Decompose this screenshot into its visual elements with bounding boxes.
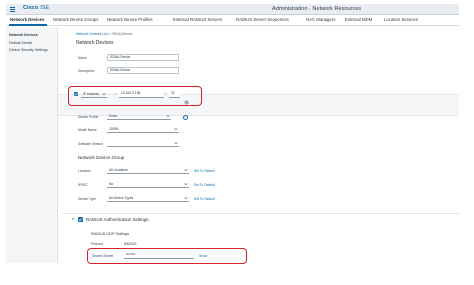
description-label: Description [78, 69, 95, 73]
description-input[interactable]: SDNA-Device [107, 67, 179, 74]
show-secret-button[interactable]: Show [199, 254, 207, 258]
ndg-section-title: Network Device Group [78, 155, 125, 160]
tab-network-device-groups[interactable]: Network Device Groups [53, 17, 98, 22]
radius-checkbox[interactable] [78, 217, 83, 222]
shared-secret-label: Shared Secret [92, 254, 114, 258]
info-icon[interactable] [183, 115, 188, 120]
main-content: Network Devices List > SDNA-Device Netwo… [58, 27, 459, 264]
software-version-label: Software Version [78, 142, 103, 146]
chevron-down-icon [184, 182, 188, 186]
collapse-toggle-icon[interactable]: ▾ [72, 217, 74, 221]
product-name: ISE [40, 5, 50, 11]
tab-external-radius-servers[interactable]: External RADIUS Servers [173, 17, 222, 22]
device-type-set-default-link[interactable]: Set To Default [194, 197, 215, 201]
active-tab-indicator [9, 24, 47, 26]
ipsec-value: No [109, 182, 114, 186]
device-profile-select[interactable]: Cisco [107, 113, 171, 120]
ip-type-value: IP Address [83, 92, 99, 96]
tab-network-devices[interactable]: Network Devices [10, 17, 44, 22]
ip-mask-input[interactable]: 32 [169, 91, 180, 98]
protocol-value: RADIUS [124, 242, 137, 246]
model-name-label: Model Name [78, 128, 97, 132]
chevron-down-icon [174, 127, 178, 131]
nav-tabs: Network Devices Network Device Groups Ne… [6, 15, 459, 26]
hamburger-menu-icon[interactable] [10, 7, 15, 12]
tab-radius-server-sequences[interactable]: RADIUS Server Sequences [236, 17, 289, 22]
chevron-down-icon [166, 114, 170, 118]
tab-external-mdm[interactable]: External MDM [345, 17, 372, 22]
page-title: Administration · Network Resources [272, 5, 362, 12]
radius-section-title: RADIUS Authentication Settings [86, 217, 149, 222]
device-type-label: Device Type [78, 197, 97, 201]
device-type-select[interactable]: All Device Types [107, 195, 189, 202]
sidebar-item-network-devices[interactable]: Network Devices [9, 33, 38, 37]
brand-logo[interactable]: Cisco ISE [23, 5, 49, 11]
brand-name: Cisco [23, 5, 39, 11]
breadcrumb-separator: > [108, 32, 111, 36]
protocol-label: Protocol [91, 242, 104, 246]
location-set-default-link[interactable]: Set To Default [194, 169, 215, 173]
ipsec-set-default-link[interactable]: Set To Default [194, 183, 215, 187]
device-profile-label: Device Profile [78, 115, 99, 119]
ip-slash: / [165, 92, 166, 96]
device-type-value: All Device Types [109, 196, 134, 200]
name-input[interactable]: SDNA-Device [107, 54, 179, 61]
name-label: Name [78, 56, 87, 60]
model-name-select[interactable]: CBRN [107, 126, 179, 133]
sidebar: Network Devices Default Device Device Se… [6, 27, 58, 263]
gear-icon[interactable] [184, 92, 189, 105]
location-value: All Locations [109, 168, 128, 172]
ip-row-checkbox[interactable] [74, 92, 78, 96]
chevron-down-icon [184, 168, 188, 172]
chevron-down-icon [102, 92, 106, 96]
ip-type-select[interactable]: IP Address [81, 91, 107, 98]
location-select[interactable]: All Locations [107, 167, 189, 174]
chevron-down-icon [184, 196, 188, 200]
sidebar-item-device-security-settings[interactable]: Device Security Settings [9, 48, 48, 52]
shared-secret-input[interactable]: •••••••• [124, 252, 194, 259]
tab-nac-managers[interactable]: NAC Managers [306, 17, 335, 22]
breadcrumb: Network Devices List > SDNA-Device [76, 32, 132, 36]
breadcrumb-current: SDNA-Device [111, 32, 133, 36]
model-name-value: CBRN [109, 127, 119, 131]
ip-required-marker: * [115, 92, 117, 96]
app-header: Cisco ISE Administration · Network Resour… [6, 4, 459, 15]
sidebar-item-default-device[interactable]: Default Device [9, 41, 32, 45]
software-version-select[interactable] [107, 140, 179, 147]
tab-location-services[interactable]: Location Services [384, 17, 418, 22]
chevron-down-icon [174, 141, 178, 145]
location-label: Location [78, 169, 91, 173]
tab-network-device-profiles[interactable]: Network Device Profiles [107, 17, 153, 22]
radius-udp-title: RADIUS UDP Settings [91, 232, 130, 236]
section-title: Network Devices [76, 40, 114, 46]
device-profile-value: Cisco [109, 114, 118, 118]
ip-address-input[interactable]: 10.150.0.138 [119, 91, 164, 98]
ipsec-select[interactable]: No [107, 181, 189, 188]
breadcrumb-parent-link[interactable]: Network Devices List [76, 32, 108, 36]
ipsec-label: IPSEC [78, 183, 88, 187]
